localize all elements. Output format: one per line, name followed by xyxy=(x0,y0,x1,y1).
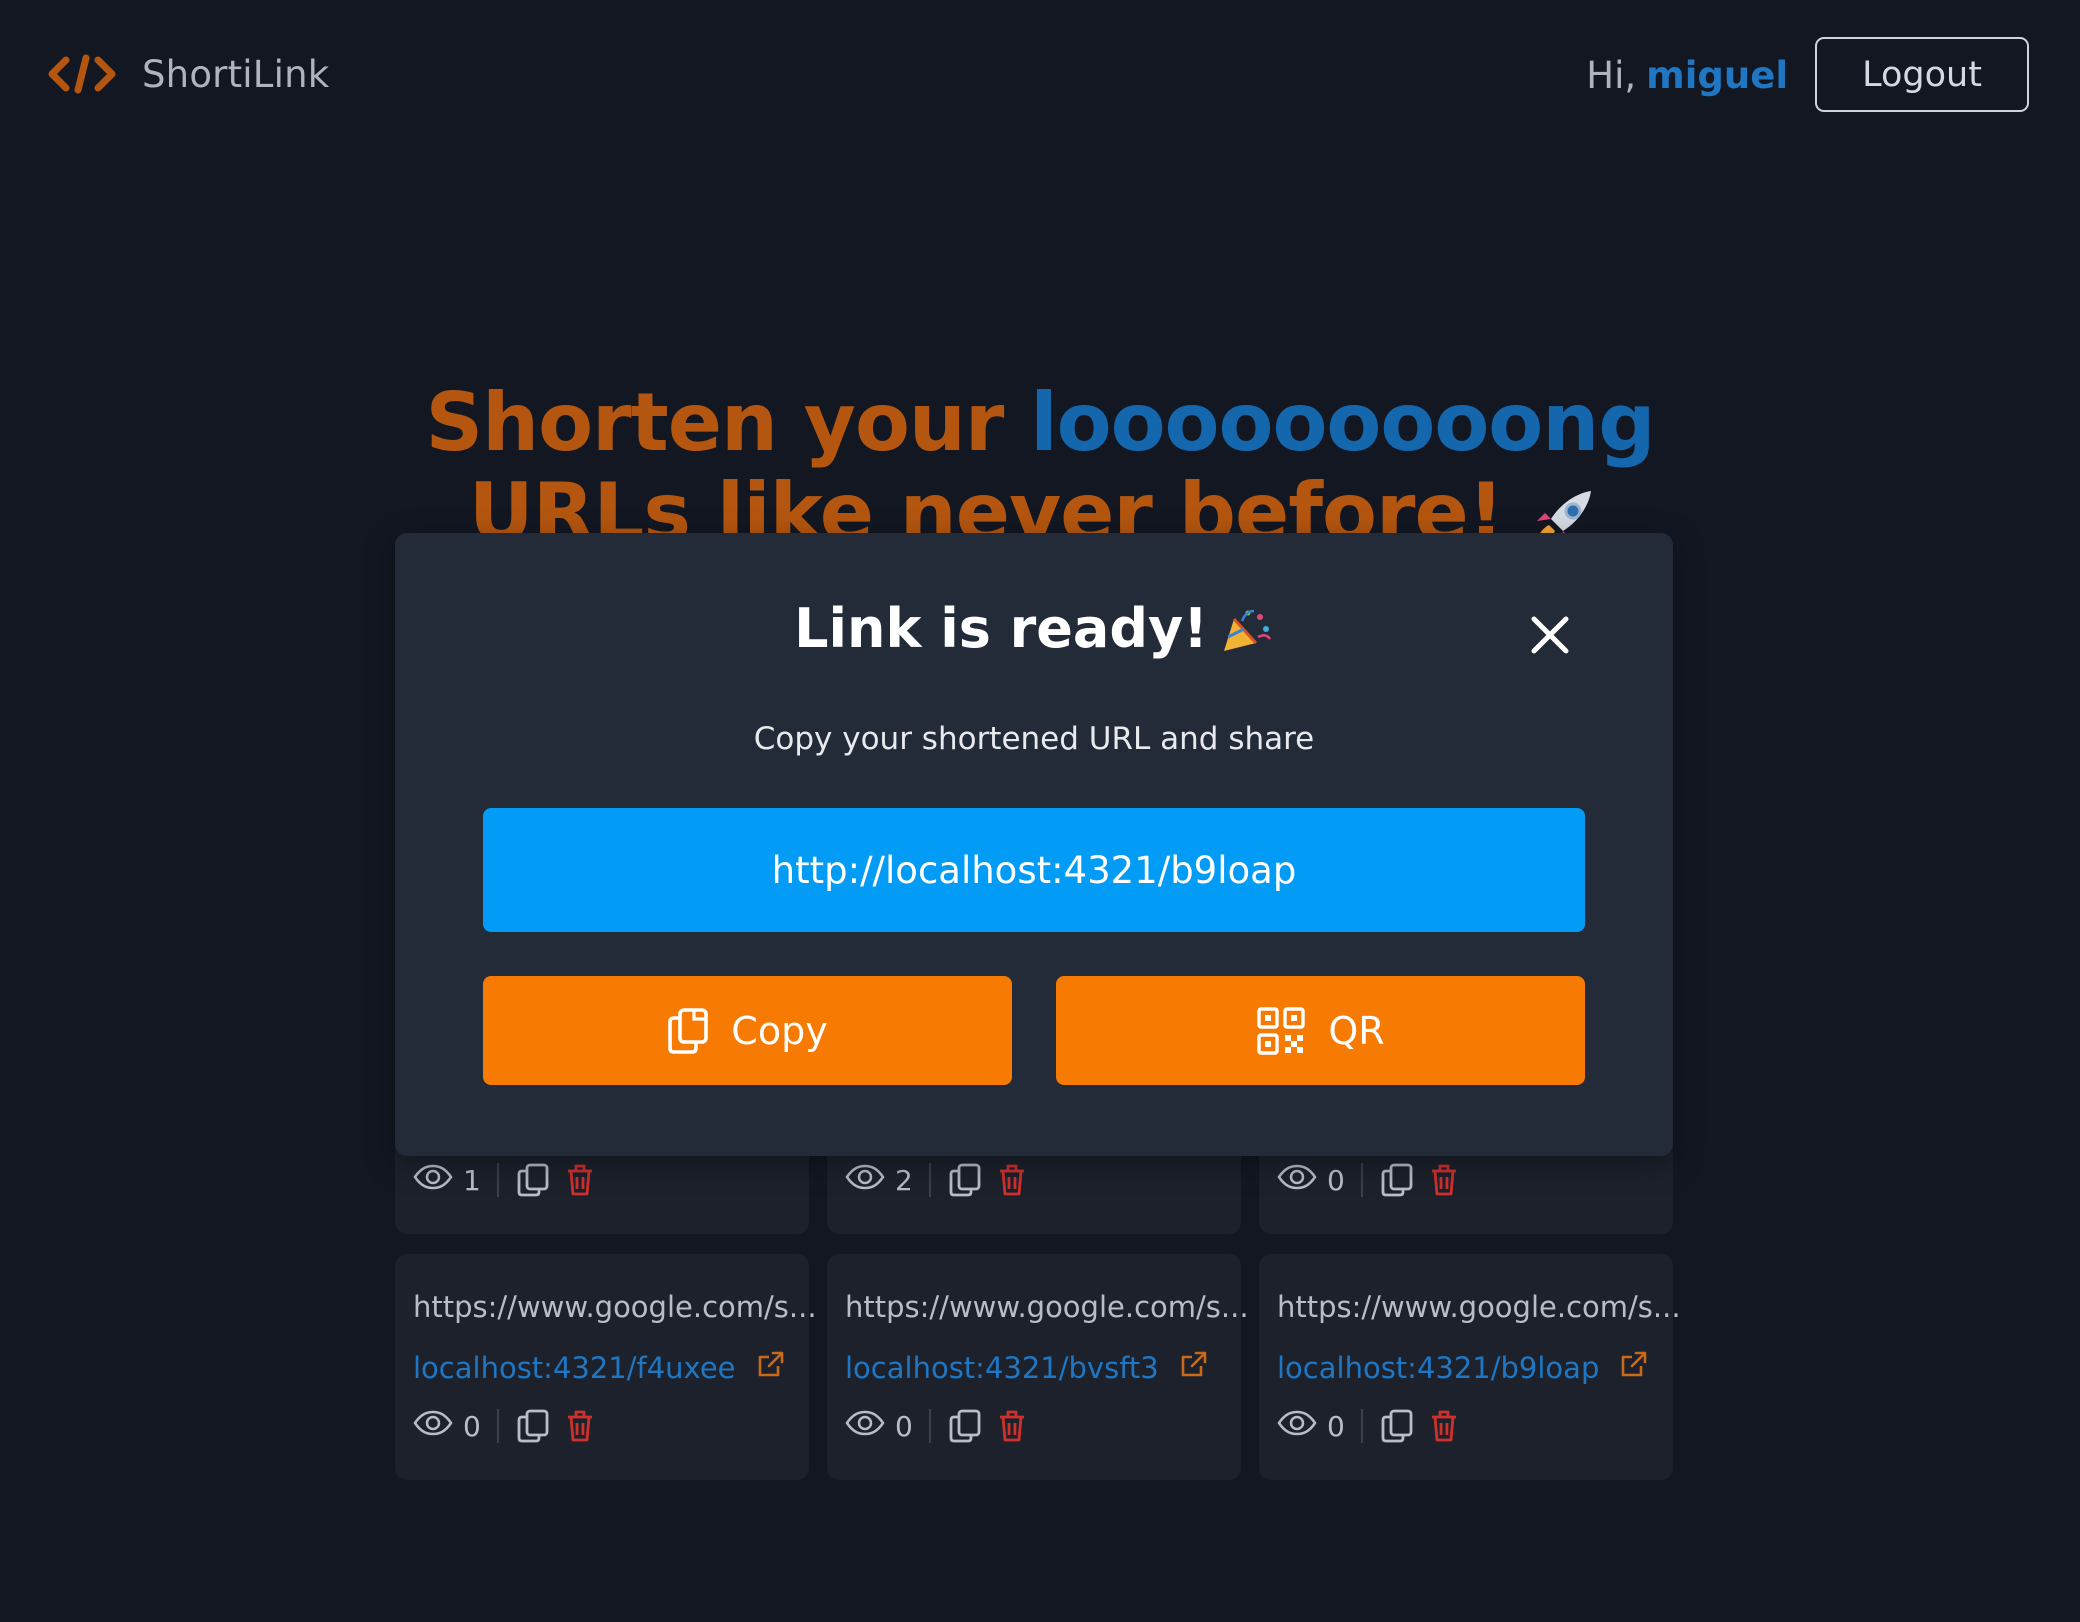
qr-button[interactable]: QR xyxy=(1056,976,1585,1085)
divider xyxy=(496,1163,499,1197)
link-card: https://www.google.com/s... localhost:43… xyxy=(395,1254,817,1480)
short-link[interactable]: localhost:4321/f4uxee xyxy=(413,1349,786,1386)
logout-button[interactable]: Logout xyxy=(1815,37,2029,112)
copy-icon[interactable] xyxy=(1381,1163,1413,1197)
link-card: https://www.google.com/s... localhost:43… xyxy=(827,1254,1249,1480)
short-link[interactable]: localhost:4321/bvsft3 xyxy=(845,1349,1209,1386)
eye-icon xyxy=(845,1164,885,1197)
divider xyxy=(928,1163,931,1197)
external-link-icon[interactable] xyxy=(756,1349,786,1386)
divider xyxy=(496,1409,499,1443)
qr-button-label: QR xyxy=(1328,1008,1385,1053)
eye-icon xyxy=(1277,1410,1317,1443)
hero-prefix: Shorten your xyxy=(425,376,1005,469)
copy-button[interactable]: Copy xyxy=(483,976,1012,1085)
short-link-text[interactable]: localhost:4321/f4uxee xyxy=(413,1351,736,1385)
user-greeting: Hi, miguel xyxy=(1586,50,1788,100)
external-link-icon[interactable] xyxy=(1619,1349,1649,1386)
original-url: https://www.google.com/s... xyxy=(413,1290,817,1324)
greeting-text: Hi, xyxy=(1586,53,1637,97)
divider xyxy=(928,1409,931,1443)
hero-heading: Shorten your looooooooong URLs like neve… xyxy=(0,378,2080,558)
click-count: 0 xyxy=(1327,1163,1345,1197)
click-count: 2 xyxy=(895,1163,913,1197)
qr-code-icon xyxy=(1256,1006,1306,1056)
divider xyxy=(1360,1163,1363,1197)
copy-icon[interactable] xyxy=(949,1163,981,1197)
copy-icon[interactable] xyxy=(517,1163,549,1197)
trash-icon[interactable] xyxy=(1429,1409,1459,1443)
username: miguel xyxy=(1646,53,1788,97)
external-link-icon[interactable] xyxy=(1179,1349,1209,1386)
divider xyxy=(1360,1409,1363,1443)
short-url-display[interactable]: http://localhost:4321/b9loap xyxy=(483,808,1585,932)
hero-line-1: Shorten your looooooooong xyxy=(0,378,2080,468)
trash-icon[interactable] xyxy=(1429,1163,1459,1197)
trash-icon[interactable] xyxy=(565,1409,595,1443)
card-stats: 0 xyxy=(1277,1406,1459,1446)
short-link-text[interactable]: localhost:4321/bvsft3 xyxy=(845,1351,1159,1385)
copy-icon[interactable] xyxy=(949,1409,981,1443)
code-brackets-icon xyxy=(48,54,116,94)
click-count: 0 xyxy=(1327,1409,1345,1443)
copy-icon[interactable] xyxy=(517,1409,549,1443)
card-stats: 0 xyxy=(1277,1160,1459,1200)
card-stats: 1 xyxy=(413,1160,595,1200)
eye-icon xyxy=(413,1164,453,1197)
click-count: 1 xyxy=(463,1163,481,1197)
close-icon[interactable] xyxy=(1530,615,1570,655)
copy-button-label: Copy xyxy=(731,1008,828,1053)
original-url: https://www.google.com/s... xyxy=(845,1290,1249,1324)
brand-name: ShortiLink xyxy=(142,52,330,96)
short-link[interactable]: localhost:4321/b9loap xyxy=(1277,1349,1649,1386)
trash-icon[interactable] xyxy=(997,1163,1027,1197)
click-count: 0 xyxy=(463,1409,481,1443)
trash-icon[interactable] xyxy=(997,1409,1027,1443)
card-stats: 0 xyxy=(413,1406,595,1446)
hero-highlight: looooooooong xyxy=(1030,376,1655,469)
eye-icon xyxy=(845,1410,885,1443)
card-stats: 0 xyxy=(845,1406,1027,1446)
short-link-text[interactable]: localhost:4321/b9loap xyxy=(1277,1351,1599,1385)
modal-title-text: Link is ready! xyxy=(794,597,1208,660)
link-card: https://www.google.com/s... localhost:43… xyxy=(1259,1254,1681,1480)
brand[interactable]: ShortiLink xyxy=(48,48,329,100)
link-ready-modal: Link is ready! Copy your shortened URL a… xyxy=(395,533,1673,1156)
original-url: https://www.google.com/s... xyxy=(1277,1290,1681,1324)
party-popper-icon xyxy=(1216,607,1274,657)
modal-title: Link is ready! xyxy=(395,597,1673,660)
click-count: 0 xyxy=(895,1409,913,1443)
copy-icon xyxy=(667,1007,709,1055)
trash-icon[interactable] xyxy=(565,1163,595,1197)
card-stats: 2 xyxy=(845,1160,1027,1200)
modal-subtitle: Copy your shortened URL and share xyxy=(753,721,1315,757)
copy-icon[interactable] xyxy=(1381,1409,1413,1443)
eye-icon xyxy=(413,1410,453,1443)
eye-icon xyxy=(1277,1164,1317,1197)
